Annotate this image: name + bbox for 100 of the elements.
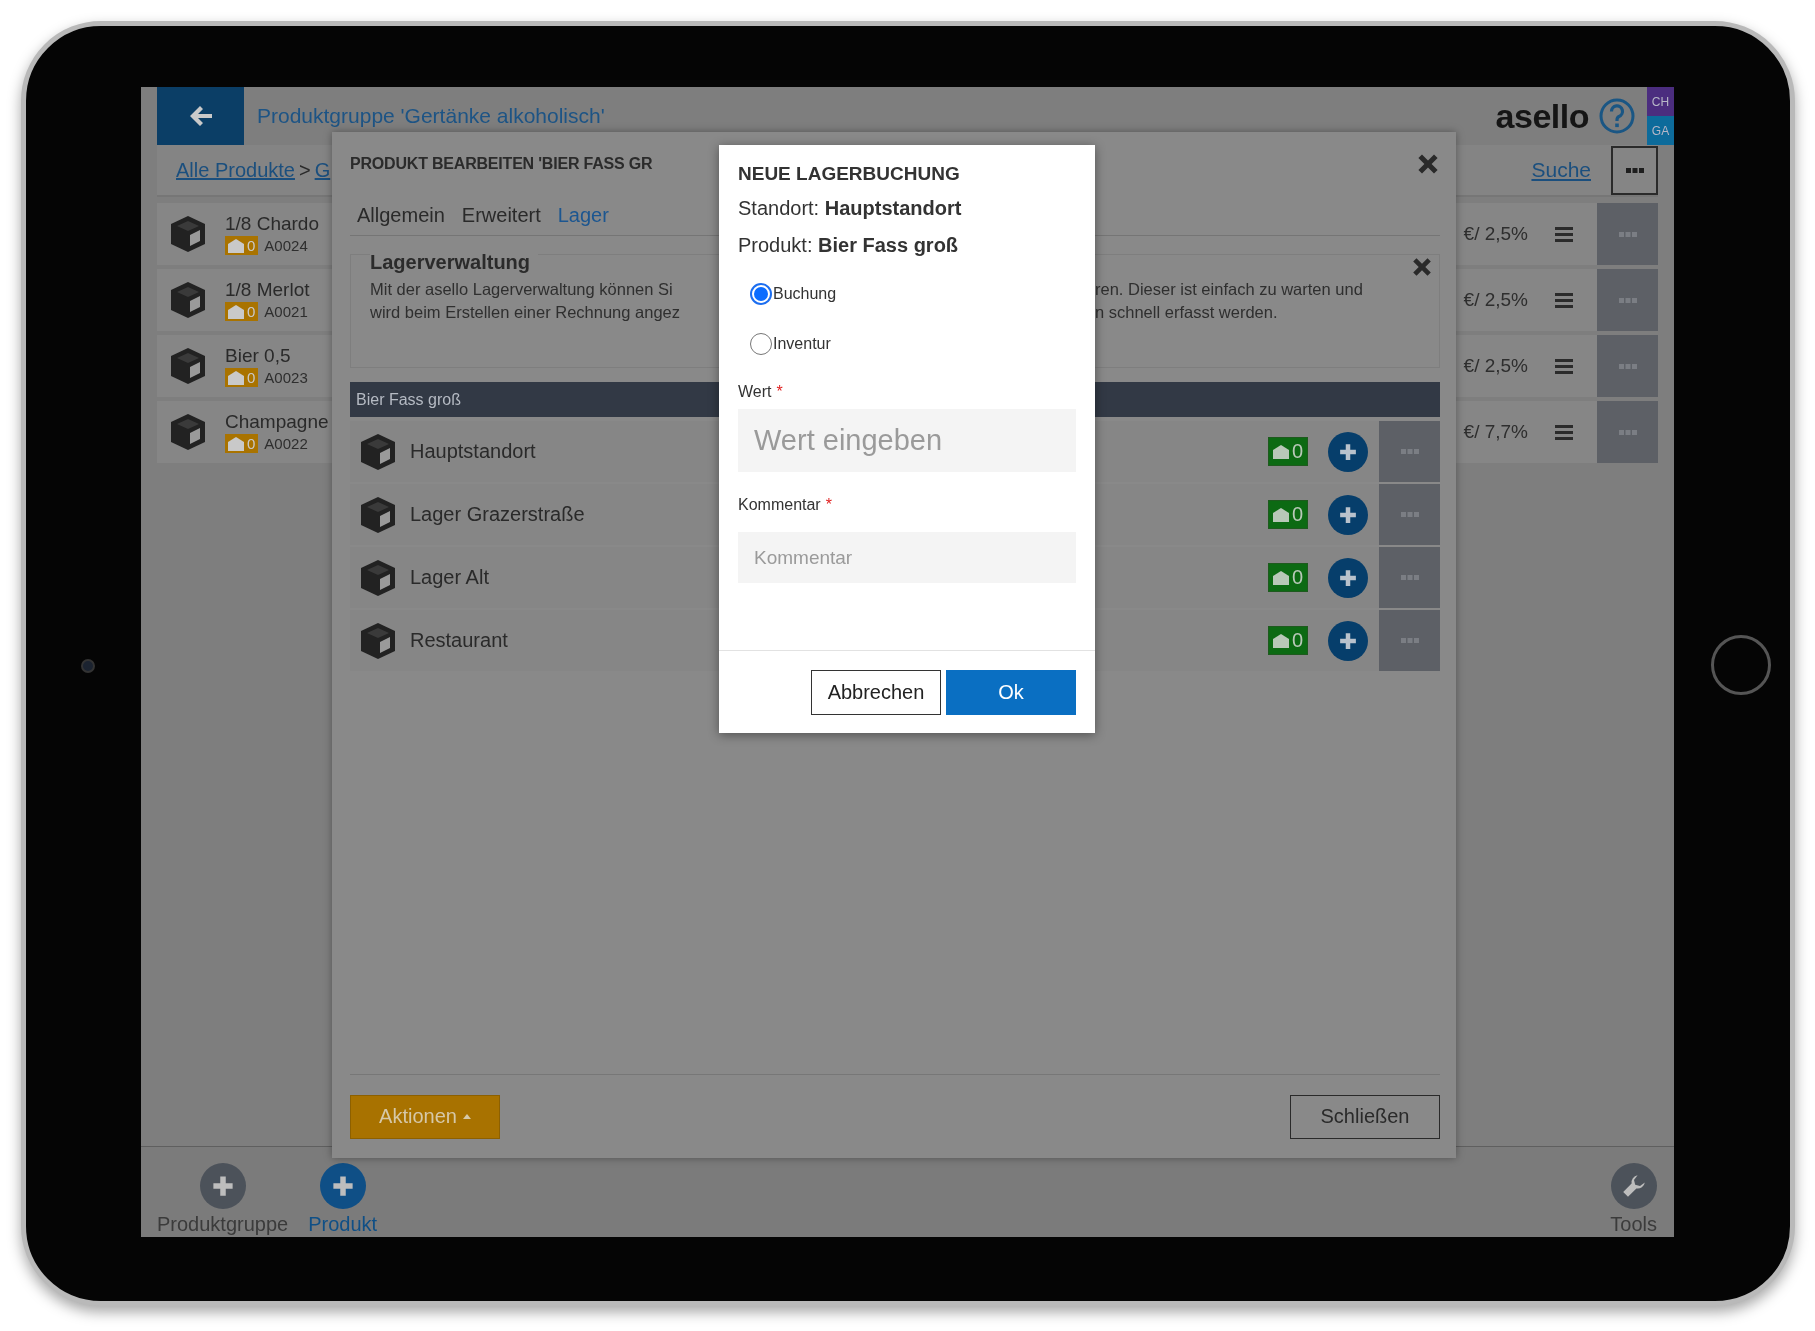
warehouse-icon: [228, 238, 244, 253]
stock-badge: 0: [1267, 437, 1308, 466]
home-button[interactable]: [1711, 635, 1771, 695]
camera-lens: [81, 659, 95, 673]
more-button[interactable]: [1611, 145, 1658, 195]
ok-button[interactable]: Ok: [946, 669, 1076, 715]
search-link[interactable]: Suche: [1531, 158, 1591, 182]
more-icon: [1400, 512, 1419, 517]
more-icon: [1625, 167, 1644, 173]
product-code: A0023: [264, 369, 308, 386]
plus-icon: [331, 1175, 354, 1197]
breadcrumb-link[interactable]: Alle Produkte: [176, 158, 295, 181]
user-badge[interactable]: GA: [1647, 116, 1674, 145]
plus-icon: [1339, 631, 1357, 650]
price-text: €/ 7,7%: [1463, 421, 1528, 443]
radio-button[interactable]: [750, 283, 772, 305]
nav-button[interactable]: Produkt: [308, 1163, 378, 1237]
dialog-title: NEUE LAGERBUCHUNG: [738, 163, 961, 185]
info-title: Lagerverwaltung: [370, 251, 539, 274]
more-icon: [1400, 449, 1419, 454]
tab[interactable]: Allgemein: [357, 204, 445, 227]
add-button[interactable]: [1328, 620, 1368, 661]
box-icon: [168, 214, 208, 254]
box-icon: [168, 412, 208, 452]
stock-badge: 0: [225, 434, 259, 453]
location-name: Lager Grazerstraße: [410, 503, 585, 526]
price-text: €/ 2,5%: [1463, 289, 1528, 311]
menu-icon[interactable]: [1555, 424, 1573, 440]
location-name: Restaurant: [410, 629, 508, 652]
more-icon: [1400, 638, 1419, 643]
field-label: Kommentar *: [738, 496, 833, 514]
input-field[interactable]: Kommentar: [738, 532, 1076, 583]
detail-text: Produkt: Bier Fass groß: [738, 234, 960, 257]
location-name: Lager Alt: [410, 566, 489, 589]
product-name: Bier 0,5: [225, 345, 291, 367]
more-icon: [1400, 575, 1419, 580]
box-icon: [168, 346, 208, 386]
warehouse-icon: [1272, 444, 1289, 459]
close-button[interactable]: Schließen: [1290, 1094, 1440, 1139]
input-field[interactable]: Wert eingeben: [738, 409, 1076, 472]
wrench-icon: [1621, 1174, 1646, 1198]
warehouse-icon: [228, 370, 244, 385]
plus-icon: [211, 1175, 234, 1197]
stock-badge: 0: [1267, 563, 1308, 592]
stock-badge: 0: [1267, 500, 1308, 529]
more-icon: [1618, 297, 1637, 303]
menu-icon[interactable]: [1555, 292, 1573, 308]
warehouse-icon: [228, 436, 244, 451]
info-text: wird beim Erstellen einer Rechnung angez: [370, 302, 681, 323]
breadcrumb-link[interactable]: G: [314, 158, 331, 181]
add-button[interactable]: [1328, 557, 1368, 598]
cancel-button[interactable]: Abbrechen: [811, 669, 941, 715]
stock-badge: 0: [225, 236, 259, 255]
product-name: 1/8 Chardo: [225, 213, 319, 235]
info-text: ren. Dieser ist einfach zu warten und: [1095, 279, 1364, 300]
product-code: A0024: [264, 237, 308, 254]
caret-icon: [462, 1114, 471, 1119]
box-icon: [358, 431, 398, 472]
product-code: A0022: [264, 435, 308, 452]
detail-text: Standort: Hauptstandort: [738, 197, 963, 220]
back-button[interactable]: [157, 87, 244, 145]
product-name: 1/8 Merlot: [225, 279, 310, 301]
close-icon[interactable]: [1411, 256, 1433, 278]
tab[interactable]: Erweitert: [461, 204, 541, 227]
info-text: Mit der asello Lagerverwaltung können Si: [370, 279, 674, 300]
more-icon: [1618, 429, 1637, 435]
location-name: Hauptstandort: [410, 440, 536, 463]
box-icon: [358, 620, 398, 661]
radio-label[interactable]: Buchung: [773, 285, 837, 303]
price-text: €/ 2,5%: [1463, 223, 1528, 245]
box-icon: [358, 557, 398, 598]
warehouse-icon: [1272, 507, 1289, 522]
warehouse-icon: [1272, 633, 1289, 648]
close-icon[interactable]: [1416, 152, 1440, 176]
plus-icon: [1339, 568, 1357, 587]
tab[interactable]: Lager: [557, 204, 609, 227]
warehouse-icon: [1272, 570, 1289, 585]
radio-label[interactable]: Inventur: [773, 335, 831, 353]
app-logo: asello: [1495, 96, 1589, 136]
more-icon: [1618, 231, 1637, 237]
actions-button[interactable]: Aktionen: [350, 1094, 500, 1139]
warehouse-icon: [228, 304, 244, 319]
box-icon: [358, 494, 398, 535]
nav-button[interactable]: Produktgruppe: [157, 1163, 289, 1237]
add-button[interactable]: [1328, 494, 1368, 535]
product-code: A0021: [264, 303, 308, 320]
stock-badge: 0: [225, 302, 259, 321]
add-button[interactable]: [1328, 431, 1368, 472]
plus-icon: [1339, 505, 1357, 524]
breadcrumb-separator: >: [298, 158, 311, 181]
modal-title: PRODUKT BEARBEITEN 'BIER FASS GR: [350, 155, 654, 173]
stock-badge: 0: [225, 368, 259, 387]
back-arrow-icon: [189, 106, 212, 126]
box-icon: [168, 280, 208, 320]
price-text: €/ 2,5%: [1463, 355, 1528, 377]
user-badge[interactable]: CH: [1647, 87, 1674, 116]
stock-badge: 0: [1267, 626, 1308, 655]
plus-icon: [1339, 442, 1357, 461]
menu-icon[interactable]: [1555, 358, 1573, 374]
menu-icon[interactable]: [1555, 226, 1573, 242]
